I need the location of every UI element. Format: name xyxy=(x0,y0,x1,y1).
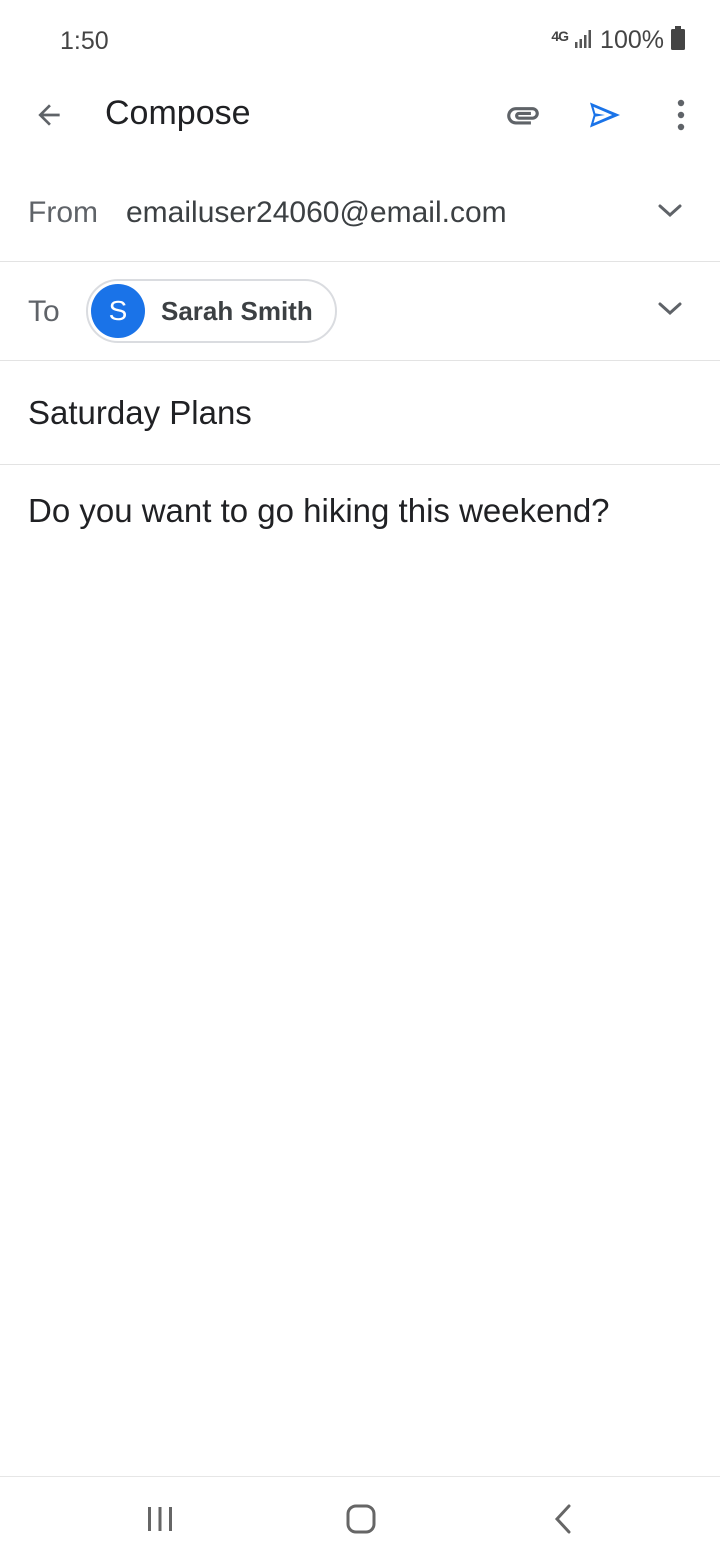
system-back-button[interactable] xyxy=(533,1491,593,1551)
to-dropdown-button[interactable] xyxy=(648,289,692,333)
battery-icon xyxy=(670,26,686,55)
app-bar: Compose xyxy=(0,80,720,152)
to-label: To xyxy=(28,295,60,328)
status-indicators: 4G 100% xyxy=(551,26,686,55)
back-arrow-icon xyxy=(33,99,65,136)
chevron-down-icon xyxy=(657,203,683,224)
avatar: S xyxy=(91,284,145,338)
subject-field[interactable]: Saturday Plans xyxy=(0,361,720,465)
more-vert-icon xyxy=(676,99,686,136)
home-icon xyxy=(345,1503,377,1540)
recents-icon xyxy=(145,1505,175,1538)
paperclip-icon xyxy=(504,96,542,139)
subject-text: Saturday Plans xyxy=(28,394,252,431)
send-icon xyxy=(585,95,625,140)
recipient-chip[interactable]: S Sarah Smith xyxy=(86,279,337,343)
from-row: From emailuser24060@email.com xyxy=(0,164,720,262)
status-time: 1:50 xyxy=(60,27,109,55)
status-bar: 1:50 4G 100% xyxy=(0,0,720,80)
from-label: From xyxy=(28,196,98,229)
chevron-down-icon xyxy=(657,301,683,322)
body-field[interactable]: Do you want to go hiking this weekend? xyxy=(28,492,610,530)
attach-button[interactable] xyxy=(494,88,552,146)
recipient-name: Sarah Smith xyxy=(161,295,313,326)
back-button[interactable] xyxy=(20,88,78,146)
more-options-button[interactable] xyxy=(652,88,710,146)
page-title: Compose xyxy=(105,94,251,132)
recent-apps-button[interactable] xyxy=(130,1491,190,1551)
send-button[interactable] xyxy=(576,88,634,146)
home-button[interactable] xyxy=(331,1491,391,1551)
from-dropdown-button[interactable] xyxy=(648,191,692,235)
chevron-left-icon xyxy=(553,1503,573,1540)
to-row: To S Sarah Smith xyxy=(0,262,720,361)
system-nav-bar xyxy=(0,1476,720,1560)
network-type: 4G xyxy=(551,27,569,44)
from-address[interactable]: emailuser24060@email.com xyxy=(126,196,507,230)
battery-percent: 100% xyxy=(600,26,664,54)
signal-icon xyxy=(574,27,594,54)
